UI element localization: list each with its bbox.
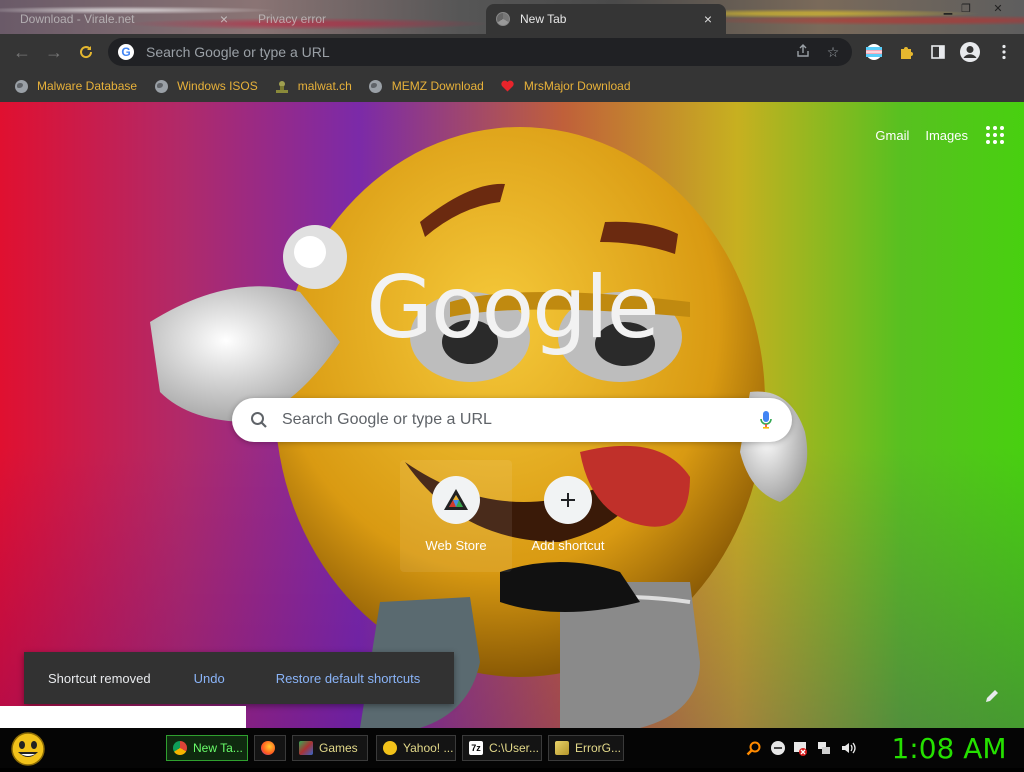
restore-default-shortcuts-button[interactable]: Restore default shortcuts bbox=[276, 671, 421, 686]
ntp-top-links: Gmail Images bbox=[859, 126, 1004, 144]
tab-title: New Tab bbox=[520, 12, 567, 26]
tab-new-tab[interactable]: New Tab × bbox=[486, 4, 726, 34]
malwatch-icon bbox=[275, 79, 289, 93]
star-icon[interactable]: ☆ bbox=[822, 44, 844, 61]
omnibox[interactable]: G ☆ bbox=[108, 38, 852, 66]
shortcut-web-store[interactable]: Web Store bbox=[400, 460, 512, 572]
bookmark-mrsmajor-download[interactable]: MrsMajor Download bbox=[501, 79, 631, 93]
new-tab-page: Gmail Images Google Web Store Add shortc… bbox=[0, 102, 1024, 728]
globe-icon bbox=[369, 79, 383, 93]
bookmark-label: Windows ISOS bbox=[177, 79, 258, 93]
task-label: Games bbox=[319, 741, 358, 755]
bookmark-label: MEMZ Download bbox=[391, 79, 484, 93]
heart-icon bbox=[501, 79, 515, 93]
task-label: New Ta... bbox=[193, 741, 243, 755]
minimize-icon[interactable]: ▁ bbox=[940, 2, 956, 16]
toast-message: Shortcut removed bbox=[48, 670, 151, 686]
images-link[interactable]: Images bbox=[925, 128, 968, 143]
security-flag-icon[interactable] bbox=[792, 740, 808, 756]
search-icon bbox=[250, 411, 268, 429]
bookmark-label: malwat.ch bbox=[297, 79, 352, 93]
errorgen-icon bbox=[555, 741, 569, 755]
chrome-icon bbox=[173, 741, 187, 755]
restore-icon[interactable]: ❐ bbox=[958, 2, 974, 16]
tab-title: Download - Virale.net bbox=[20, 12, 135, 26]
task-firefox[interactable] bbox=[254, 735, 286, 761]
microphone-icon[interactable] bbox=[760, 411, 772, 429]
flag-extension-icon[interactable] bbox=[864, 42, 884, 62]
shortcut-removed-toast: Shortcut removed Undo Restore default sh… bbox=[24, 652, 454, 704]
window-close-icon[interactable]: ✕ bbox=[990, 2, 1006, 16]
gmail-link[interactable]: Gmail bbox=[875, 128, 909, 143]
globe-icon bbox=[154, 79, 168, 93]
google-g-icon: G bbox=[118, 44, 134, 60]
ntp-search-box[interactable] bbox=[232, 398, 792, 442]
search-icon[interactable] bbox=[746, 740, 762, 756]
messenger-icon[interactable] bbox=[770, 740, 786, 756]
menu-icon[interactable] bbox=[994, 42, 1014, 62]
bookmark-label: MrsMajor Download bbox=[523, 79, 631, 93]
google-apps-icon[interactable] bbox=[986, 126, 1004, 144]
new-tab-favicon-icon bbox=[496, 12, 510, 26]
shortcut-add[interactable]: Add shortcut bbox=[512, 460, 624, 572]
undo-button[interactable]: Undo bbox=[194, 671, 225, 686]
task-chrome-new-tab[interactable]: New Ta... bbox=[166, 735, 248, 761]
reload-icon[interactable] bbox=[74, 40, 98, 64]
browser-toolbar: ← → G ☆ bbox=[0, 34, 1024, 70]
task-yahoo[interactable]: Yahoo! ... bbox=[376, 735, 456, 761]
start-button[interactable] bbox=[8, 731, 48, 767]
bookmark-windows-isos[interactable]: Windows ISOS bbox=[154, 79, 258, 93]
tab-download[interactable]: Download - Virale.net × bbox=[10, 4, 242, 34]
bookmark-label: Malware Database bbox=[37, 79, 138, 93]
ntp-search-input[interactable] bbox=[280, 410, 760, 430]
white-overlay-strip bbox=[0, 706, 246, 728]
bookmarks-bar: Malware Database Windows ISOS malwat.ch … bbox=[0, 70, 1024, 102]
task-games[interactable]: Games bbox=[292, 735, 368, 761]
yahoo-emoji-icon bbox=[383, 741, 397, 755]
forward-icon[interactable]: → bbox=[42, 40, 66, 64]
bookmark-memz-download[interactable]: MEMZ Download bbox=[369, 79, 484, 93]
games-icon bbox=[299, 741, 313, 755]
tab-privacy-error[interactable]: Privacy error bbox=[248, 4, 480, 34]
taskbar-clock: 1:08 AM bbox=[891, 732, 1007, 765]
bookmark-malware-database[interactable]: Malware Database bbox=[14, 79, 137, 93]
shortcut-label: Web Store bbox=[425, 538, 487, 553]
close-icon[interactable]: × bbox=[700, 11, 716, 27]
volume-icon[interactable] bbox=[840, 740, 856, 756]
firefox-icon bbox=[261, 741, 275, 755]
task-label: ErrorG... bbox=[575, 741, 622, 755]
profile-icon[interactable] bbox=[958, 40, 982, 64]
globe-icon bbox=[14, 79, 28, 93]
taskbar: New Ta... Games Yahoo! ... 7z C:\User...… bbox=[0, 728, 1024, 768]
smiley-start-icon bbox=[11, 732, 45, 766]
web-store-icon bbox=[432, 476, 480, 524]
task-errorgen[interactable]: ErrorG... bbox=[548, 735, 624, 761]
network-icon[interactable] bbox=[816, 740, 832, 756]
tab-strip: Download - Virale.net × Privacy error Ne… bbox=[0, 0, 1024, 34]
task-label: C:\User... bbox=[489, 741, 540, 755]
back-icon[interactable]: ← bbox=[10, 40, 34, 64]
plus-icon bbox=[544, 476, 592, 524]
tab-title: Privacy error bbox=[258, 12, 327, 26]
bookmark-malwatch[interactable]: malwat.ch bbox=[275, 79, 352, 93]
share-icon[interactable] bbox=[792, 43, 814, 61]
shortcut-label: Add shortcut bbox=[531, 538, 605, 553]
task-label: Yahoo! ... bbox=[403, 741, 454, 755]
google-logo: Google bbox=[366, 258, 659, 358]
7zip-icon: 7z bbox=[469, 741, 483, 755]
customize-pencil-icon[interactable] bbox=[984, 688, 1000, 704]
side-panel-icon[interactable] bbox=[928, 42, 948, 62]
close-icon[interactable]: × bbox=[216, 11, 232, 27]
extensions-puzzle-icon[interactable] bbox=[896, 42, 916, 62]
omnibox-input[interactable] bbox=[144, 43, 792, 61]
task-7zip[interactable]: 7z C:\User... bbox=[462, 735, 542, 761]
